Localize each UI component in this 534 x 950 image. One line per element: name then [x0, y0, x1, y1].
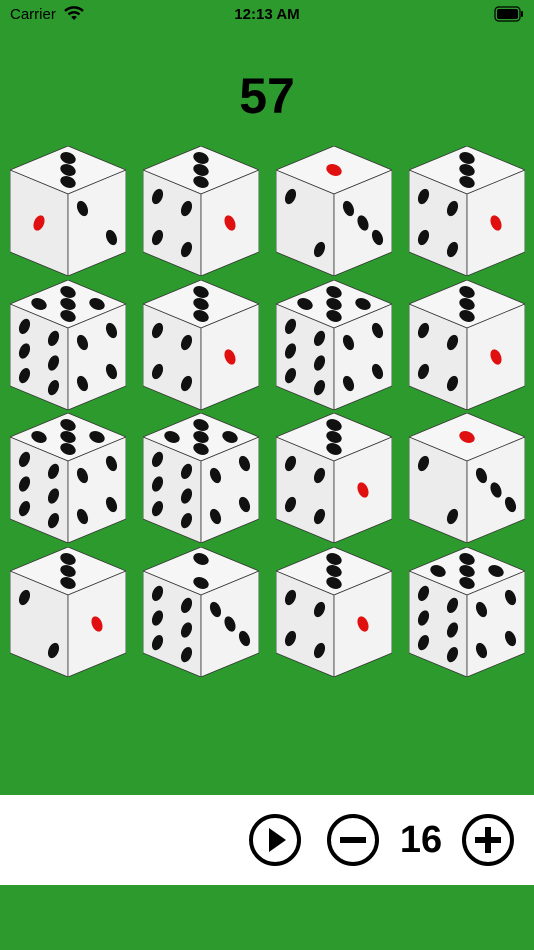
die[interactable]	[143, 413, 259, 543]
play-icon	[249, 814, 301, 866]
die[interactable]	[409, 547, 525, 677]
die[interactable]	[143, 280, 259, 410]
die[interactable]	[143, 146, 259, 276]
die[interactable]	[276, 146, 392, 276]
control-bar: 16	[0, 795, 534, 885]
die[interactable]	[409, 413, 525, 543]
dice-grid	[0, 0, 534, 790]
die[interactable]	[276, 280, 392, 410]
die[interactable]	[276, 413, 392, 543]
die[interactable]	[10, 413, 126, 543]
die[interactable]	[143, 547, 259, 677]
die[interactable]	[10, 547, 126, 677]
increase-dice-button[interactable]	[462, 814, 514, 866]
die[interactable]	[10, 280, 126, 410]
roll-button[interactable]	[249, 814, 301, 866]
die[interactable]	[10, 146, 126, 276]
decrease-dice-button[interactable]	[327, 814, 379, 866]
die[interactable]	[409, 280, 525, 410]
dice-count: 16	[399, 819, 443, 861]
minus-icon	[327, 814, 379, 866]
plus-icon	[462, 814, 514, 866]
die[interactable]	[409, 146, 525, 276]
die[interactable]	[276, 547, 392, 677]
